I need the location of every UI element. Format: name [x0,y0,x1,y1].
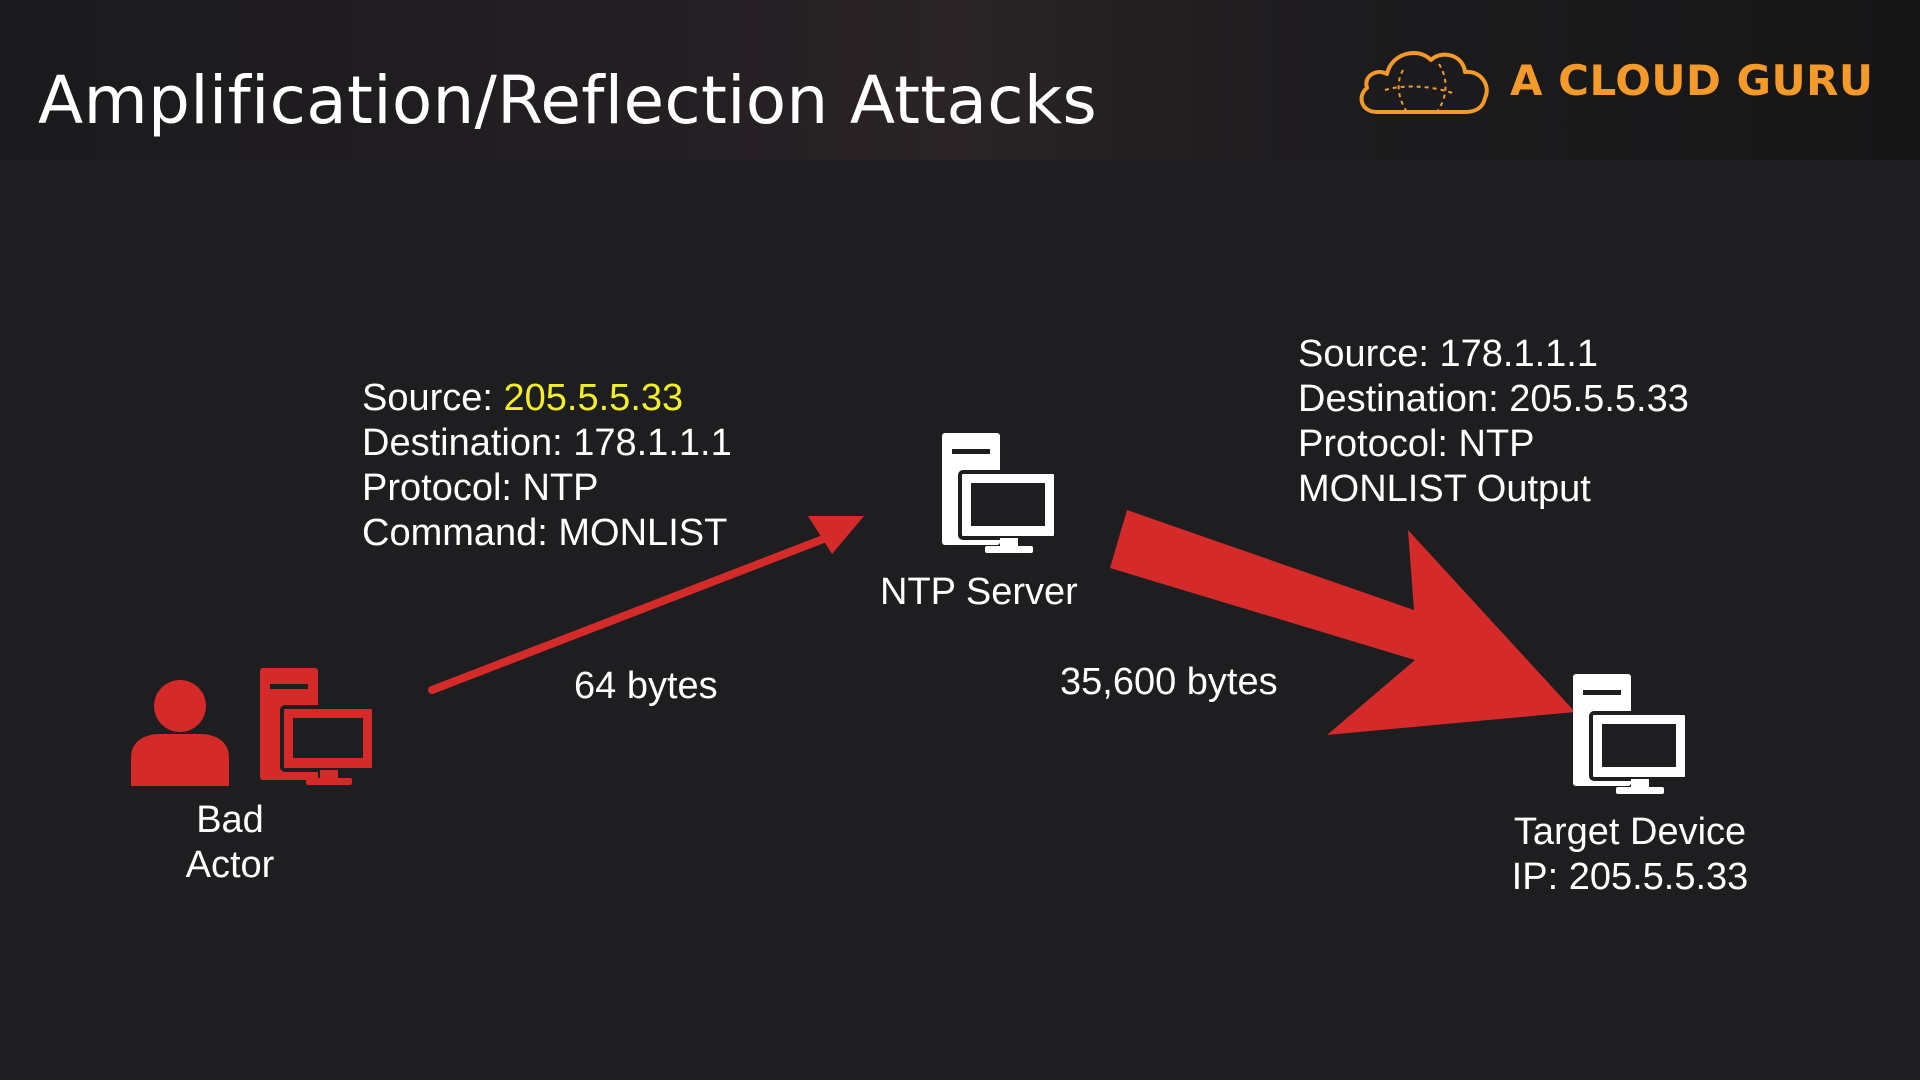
bad-actor-label: Bad Actor [170,798,290,888]
computer-icon [260,668,376,785]
request-source-line: Source: 205.5.5.33 [362,376,732,421]
response-destination: Destination: 205.5.5.33 [1298,378,1689,420]
attack-diagram [131,433,1689,794]
response-source: Source: 178.1.1.1 [1298,333,1598,375]
spoofed-source-ip: 205.5.5.33 [503,377,684,419]
response-protocol: Protocol: NTP [1298,423,1535,465]
target-device-label: Target Device IP: 205.5.5.33 [1500,810,1760,900]
slide: Amplification/Reflection Attacks A CLOUD… [0,0,1920,1080]
request-source-label: Source: [362,377,504,419]
request-protocol: Protocol: NTP [362,467,599,509]
request-command: Command: MONLIST [362,512,728,554]
request-packet-info: Source: 205.5.5.33 Destination: 178.1.1.… [362,376,732,556]
target-device-ip: IP: 205.5.5.33 [1511,856,1749,898]
request-destination: Destination: 178.1.1.1 [362,422,732,464]
ntp-server-icon [942,433,1058,553]
response-packet-info: Source: 178.1.1.1 Destination: 205.5.5.3… [1298,332,1689,512]
response-size-label: 35,600 bytes [1060,661,1278,703]
response-payload: MONLIST Output [1298,468,1591,510]
person-icon [131,680,229,786]
bad-actor-label-line2: Actor [185,844,275,886]
target-device-icon [1573,674,1689,794]
ntp-server-label: NTP Server [880,571,1078,613]
bad-actor-label-line1: Bad [196,799,264,841]
target-device-label-line1: Target Device [1513,811,1747,853]
request-size-label: 64 bytes [574,665,718,707]
